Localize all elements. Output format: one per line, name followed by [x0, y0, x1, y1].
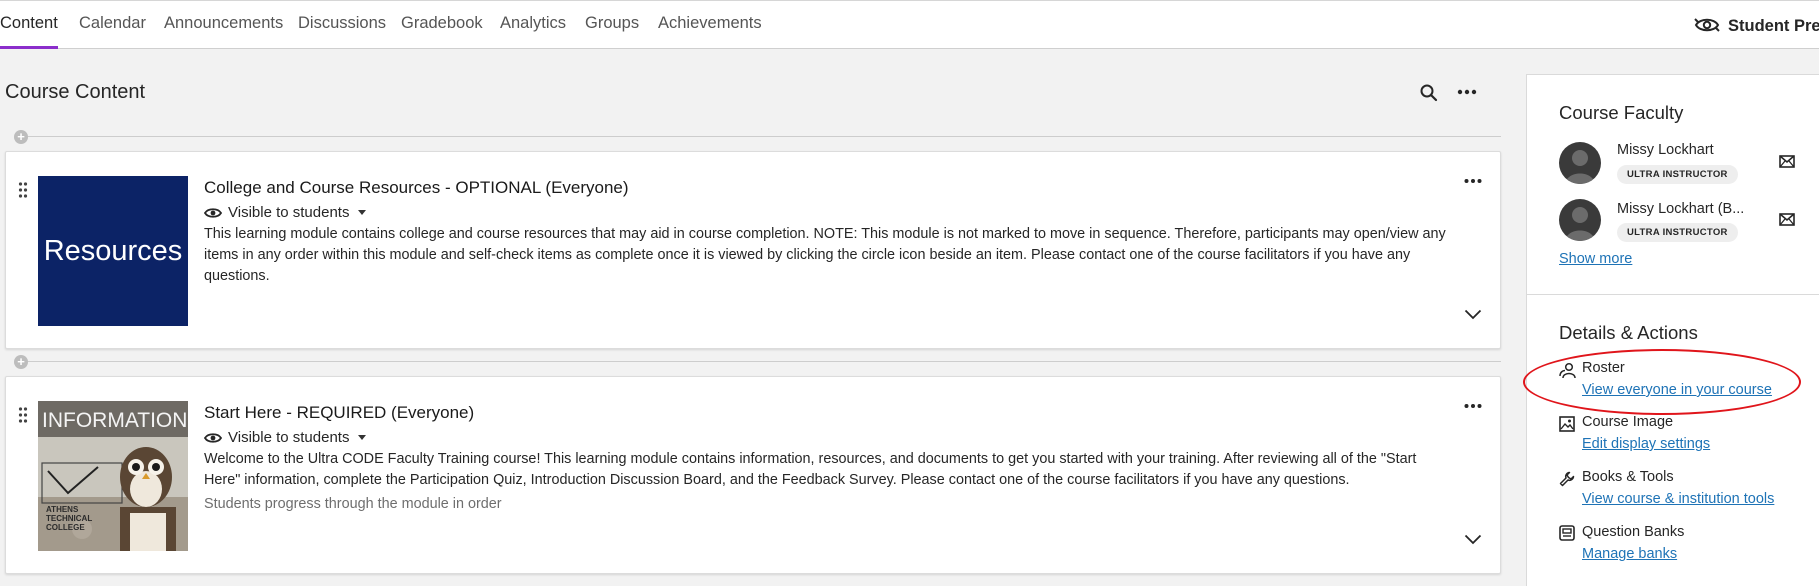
module-title[interactable]: Start Here - REQUIRED (Everyone) — [204, 403, 474, 423]
visibility-dropdown[interactable]: Visible to students — [204, 204, 366, 224]
user-silhouette-icon — [1565, 207, 1595, 241]
eye-icon — [204, 208, 222, 218]
tab-announcements[interactable]: Announcements — [164, 1, 283, 49]
add-content-icon[interactable]: + — [14, 355, 28, 369]
drag-handle-icon[interactable] — [18, 182, 28, 198]
thumbnail-college-text: ATHENS TECHNICAL COLLEGE — [46, 505, 93, 532]
module-thumbnail: INFORMATION ATHENS TECHNICAL COLLEGE — [38, 401, 188, 551]
course-faculty-heading: Course Faculty — [1559, 102, 1684, 123]
add-content-divider[interactable]: + — [14, 130, 1501, 144]
thumbnail-sign-text: INFORMATION — [42, 409, 188, 432]
add-content-divider[interactable]: + — [14, 355, 1501, 369]
module-thumbnail: Resources — [38, 176, 188, 326]
user-silhouette-icon — [1565, 150, 1595, 184]
search-icon[interactable] — [1419, 83, 1439, 103]
module-title[interactable]: College and Course Resources - OPTIONAL … — [204, 178, 629, 198]
module-description: This learning module contains college an… — [204, 226, 1446, 284]
roster-link[interactable]: View everyone in your course — [1582, 382, 1772, 398]
show-more-link[interactable]: Show more — [1559, 251, 1632, 267]
drag-handle-icon[interactable] — [18, 407, 28, 423]
tab-achievements[interactable]: Achievements — [658, 1, 762, 49]
more-options-icon[interactable] — [1464, 178, 1482, 184]
tab-discussions[interactable]: Discussions — [298, 1, 386, 49]
course-image-icon — [1559, 416, 1575, 432]
question-banks-link[interactable]: Manage banks — [1582, 546, 1677, 562]
more-options-icon[interactable] — [1464, 403, 1482, 409]
wrench-icon — [1559, 471, 1575, 487]
eye-icon — [204, 433, 222, 443]
tab-calendar[interactable]: Calendar — [79, 1, 146, 49]
avatar[interactable] — [1559, 142, 1601, 184]
books-tools-label: Books & Tools — [1582, 469, 1674, 485]
tab-gradebook[interactable]: Gradebook — [401, 1, 483, 49]
student-preview-label: Student Previ — [1728, 17, 1819, 35]
mail-icon[interactable] — [1779, 213, 1795, 226]
visibility-label: Visible to students — [228, 204, 350, 221]
avatar[interactable] — [1559, 199, 1601, 241]
divider-line — [22, 136, 1501, 137]
tab-groups[interactable]: Groups — [585, 1, 639, 49]
student-preview-icon — [1694, 18, 1720, 32]
tab-analytics[interactable]: Analytics — [500, 1, 566, 49]
more-options-icon[interactable] — [1457, 88, 1477, 96]
course-image-label: Course Image — [1582, 414, 1674, 430]
details-actions-heading: Details & Actions — [1559, 322, 1698, 343]
question-bank-icon — [1559, 525, 1575, 541]
faculty-name[interactable]: Missy Lockhart — [1617, 142, 1714, 158]
panel-divider — [1527, 294, 1819, 295]
visibility-label: Visible to students — [228, 429, 350, 446]
add-content-icon[interactable]: + — [14, 130, 28, 144]
expand-chevron-icon[interactable] — [1464, 309, 1482, 320]
roster-icon — [1559, 362, 1576, 379]
learning-module-card[interactable]: Resources College and Course Resources -… — [5, 151, 1501, 349]
learning-module-card[interactable]: INFORMATION ATHENS TECHNICAL COLLEGE Sta… — [5, 376, 1501, 574]
visibility-dropdown[interactable]: Visible to students — [204, 429, 366, 449]
chevron-down-icon — [358, 435, 366, 440]
module-description: Welcome to the Ultra CODE Faculty Traini… — [204, 451, 1417, 488]
module-sequence-note: Students progress through the module in … — [204, 496, 502, 512]
tab-content[interactable]: Content — [0, 1, 58, 49]
faculty-name[interactable]: Missy Lockhart (B... — [1617, 201, 1744, 217]
course-nav-bar: Content Calendar Announcements Discussio… — [0, 0, 1819, 49]
course-details-panel: Course Faculty Missy Lockhart ULTRA INST… — [1526, 74, 1819, 586]
question-banks-label: Question Banks — [1582, 524, 1685, 540]
mail-icon[interactable] — [1779, 155, 1795, 168]
role-badge: ULTRA INSTRUCTOR — [1617, 165, 1738, 184]
course-image-link[interactable]: Edit display settings — [1582, 436, 1710, 452]
roster-label: Roster — [1582, 360, 1625, 376]
divider-line — [22, 361, 1501, 362]
chevron-down-icon — [358, 210, 366, 215]
page-title: Course Content — [5, 81, 146, 103]
books-tools-link[interactable]: View course & institution tools — [1582, 491, 1774, 507]
role-badge: ULTRA INSTRUCTOR — [1617, 223, 1738, 242]
expand-chevron-icon[interactable] — [1464, 534, 1482, 545]
